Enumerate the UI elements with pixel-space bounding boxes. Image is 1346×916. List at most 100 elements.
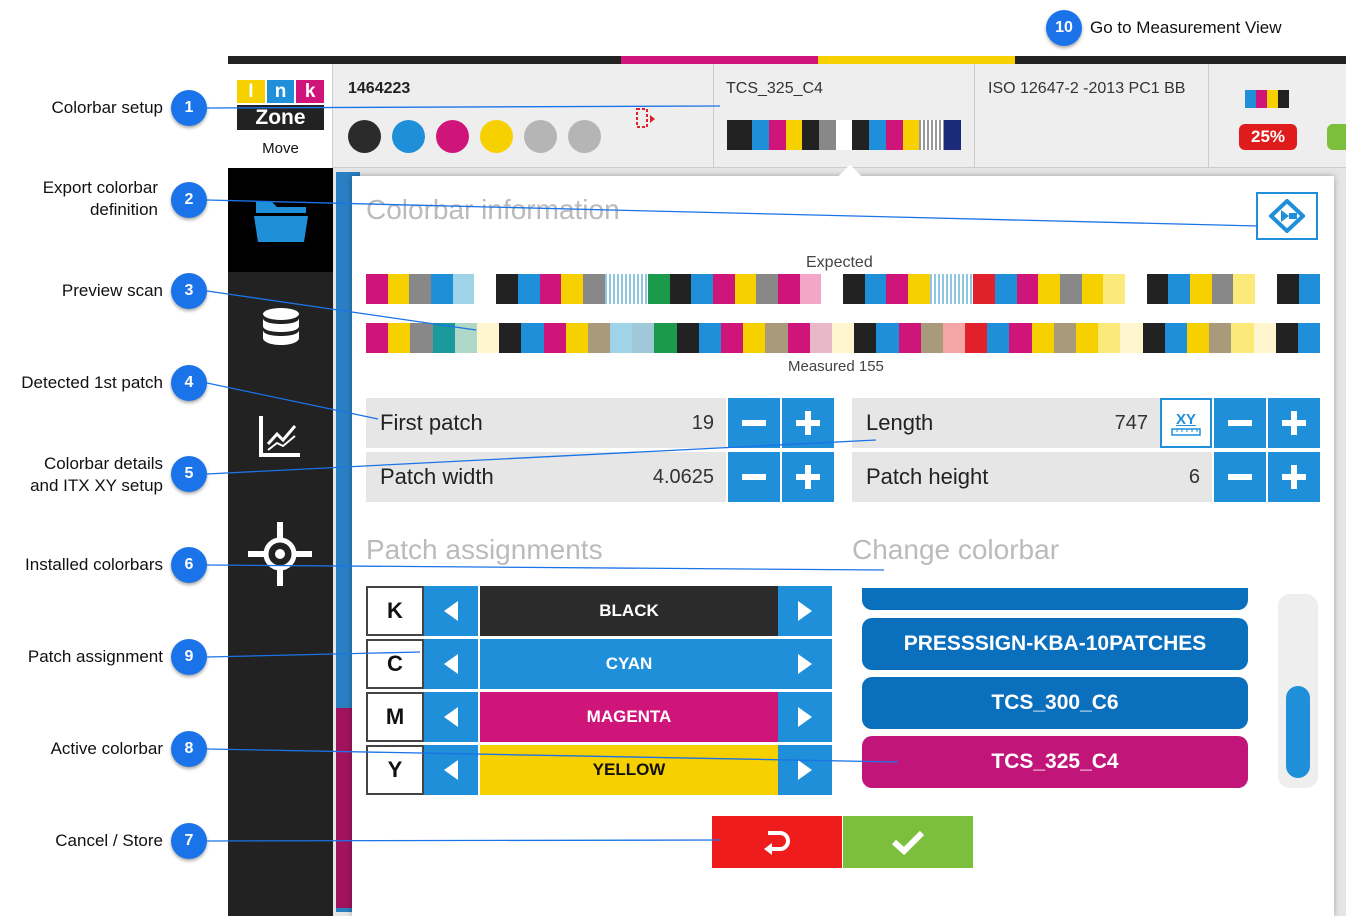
sidebar-item-files[interactable] [228, 168, 333, 272]
ink-dot[interactable] [568, 120, 601, 153]
patch-height-minus-button[interactable] [1214, 452, 1266, 502]
assigned-patch-name: CYAN [480, 639, 778, 689]
sidebar-item-database[interactable] [228, 272, 333, 384]
logo[interactable]: I n k Zone Move [228, 64, 333, 168]
colorbar-setup-icon[interactable] [635, 107, 657, 131]
colorbar-patch [521, 323, 544, 353]
colorbar-patch [496, 274, 518, 304]
colorbar-patch [1098, 323, 1121, 353]
arrow-left-icon [444, 654, 458, 674]
assign-next-button[interactable] [778, 639, 832, 689]
plus-icon [796, 411, 820, 435]
colorbar-patch [1231, 323, 1254, 353]
assign-prev-button[interactable] [424, 639, 478, 689]
plus-icon [796, 465, 820, 489]
colorbar-patch [1103, 274, 1126, 304]
colorbar-patch [1190, 274, 1212, 304]
colorbar-patch [1038, 274, 1060, 304]
colorbar-patch [454, 323, 477, 353]
callout-label: Go to Measurement View [1090, 18, 1282, 37]
callout-badge-7: 7 [171, 823, 207, 859]
assign-next-button[interactable] [778, 692, 832, 742]
first-patch-plus-button[interactable] [782, 398, 834, 448]
ink-key: M [366, 692, 424, 742]
length-field: Length 747 [852, 398, 1160, 448]
assign-next-button[interactable] [778, 586, 832, 636]
patch-width-label: Patch width [380, 464, 494, 489]
database-icon [263, 308, 299, 345]
cancel-button[interactable] [712, 816, 842, 868]
colorbar-patch [854, 323, 877, 353]
callout-label-8: Active colorbar [50, 739, 163, 758]
colorbar-patch [1186, 323, 1210, 353]
colorbar-patch [1081, 274, 1104, 304]
xy-label: XY [1175, 410, 1196, 428]
ink-key: Y [366, 745, 424, 795]
colorbar-patch [1209, 323, 1232, 353]
export-button[interactable] [1256, 192, 1318, 240]
first-patch-minus-button[interactable] [728, 398, 780, 448]
logo-letter: n [266, 80, 295, 103]
scrollbar-thumb[interactable] [1286, 686, 1310, 778]
colorbar-list-scrollbar[interactable] [1278, 594, 1318, 788]
colorbar-item[interactable]: TCS_300_C6 [862, 677, 1248, 729]
status-area[interactable]: 25% [1208, 64, 1346, 168]
logo-caption: Move [262, 140, 299, 157]
assigned-patch-name: MAGENTA [480, 692, 778, 742]
length-plus-button[interactable] [1268, 398, 1320, 448]
colorbar-patch [1211, 274, 1234, 304]
percent-badge: 25% [1239, 124, 1297, 150]
colorbar-patch [1275, 323, 1298, 353]
assign-prev-button[interactable] [424, 586, 478, 636]
patch-height-plus-button[interactable] [1268, 452, 1320, 502]
callout-badge-5: 5 [171, 456, 207, 492]
assignment-row: Y YELLOW [366, 745, 834, 795]
assignment-row: C CYAN [366, 639, 834, 689]
ink-dot[interactable] [348, 120, 381, 153]
export-icon [1269, 199, 1305, 233]
colorbar-patch [1168, 274, 1191, 304]
patch-width-value: 4.0625 [652, 466, 714, 488]
colorbar-patch [1164, 323, 1187, 353]
colorbar-patch [831, 323, 855, 353]
colorbar-patch [929, 274, 974, 304]
ink-dot[interactable] [436, 120, 469, 153]
itx-xy-button[interactable]: XY [1160, 398, 1212, 448]
sidebar-item-charts[interactable] [228, 384, 333, 496]
colorbar-patch [610, 323, 633, 353]
colorbar-item-active[interactable]: TCS_325_C4 [862, 736, 1248, 788]
colorbar-list-partial-item[interactable] [862, 588, 1248, 612]
callout-label-3: Preview scan [61, 281, 163, 300]
colorbar-patch [942, 323, 966, 353]
ink-dots[interactable] [348, 120, 601, 153]
colorbar-patch [565, 323, 588, 353]
colorbar-patch [582, 274, 605, 304]
colorbar-selector[interactable]: TCS_325_C4 [713, 64, 975, 168]
patch-assignments-title: Patch assignments [366, 534, 603, 565]
colorbar-patch [821, 274, 844, 304]
colorbar-item[interactable]: PRESSSIGN-KBA-10PATCHES [862, 618, 1248, 670]
colorbar-patch [366, 274, 388, 304]
assign-prev-button[interactable] [424, 745, 478, 795]
logo-zone: Zone [237, 105, 324, 130]
ink-dot[interactable] [480, 120, 513, 153]
colorbar-patch [898, 323, 921, 353]
ink-dot[interactable] [524, 120, 557, 153]
patch-width-minus-button[interactable] [728, 452, 780, 502]
colorbar-patch [669, 274, 692, 304]
colorbar-patch [476, 323, 500, 353]
colorbar-patch [561, 274, 583, 304]
colorbar-patch [517, 274, 540, 304]
ink-dot[interactable] [392, 120, 425, 153]
assign-prev-button[interactable] [424, 692, 478, 742]
patch-height-field: Patch height 6 [852, 452, 1212, 502]
length-minus-button[interactable] [1214, 398, 1266, 448]
sidebar-item-measure[interactable] [228, 496, 333, 608]
store-button[interactable] [843, 816, 973, 868]
colorbar-patch [734, 274, 757, 304]
patch-width-plus-button[interactable] [782, 452, 834, 502]
undo-icon [764, 831, 790, 855]
expected-colorbar [366, 274, 1321, 304]
assign-next-button[interactable] [778, 745, 832, 795]
colorbar-patch [908, 274, 930, 304]
